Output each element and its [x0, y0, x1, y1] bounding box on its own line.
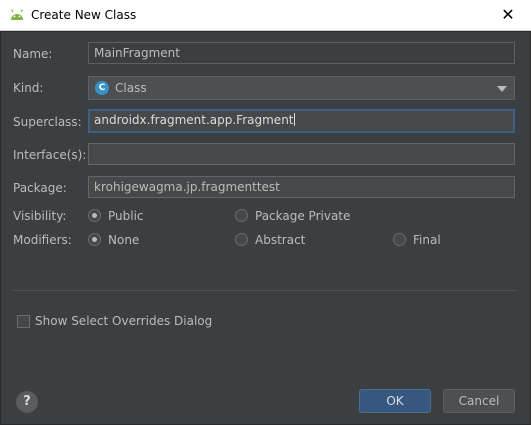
help-icon[interactable]: ?: [16, 391, 38, 413]
package-label: Package:: [13, 181, 67, 195]
visibility-label: Visibility:: [13, 209, 67, 223]
visibility-package-private-label[interactable]: Package Private: [255, 209, 350, 223]
divider: [13, 290, 517, 291]
show-overrides-checkbox[interactable]: [17, 315, 30, 328]
superclass-label: Superclass:: [13, 115, 82, 129]
superclass-field[interactable]: androidx.fragment.app.Fragment: [88, 109, 515, 133]
cancel-button[interactable]: Cancel: [443, 389, 515, 413]
interfaces-label: Interface(s):: [13, 148, 87, 162]
name-field[interactable]: MainFragment: [88, 42, 515, 64]
visibility-package-private-radio[interactable]: [235, 209, 248, 222]
title-bar: Create New Class ✕: [0, 0, 531, 31]
kind-value: Class: [115, 81, 147, 95]
modifiers-final-label[interactable]: Final: [413, 233, 441, 247]
modifiers-none-label[interactable]: None: [108, 233, 139, 247]
ok-button[interactable]: OK: [359, 389, 431, 413]
kind-label: Kind:: [13, 81, 44, 95]
class-icon: C: [95, 81, 109, 95]
package-field[interactable]: krohigewagma.jp.fragmenttest: [88, 176, 515, 198]
chevron-down-icon[interactable]: [497, 86, 507, 92]
kind-dropdown[interactable]: C Class: [88, 76, 515, 100]
visibility-public-radio[interactable]: [88, 209, 101, 222]
modifiers-none-radio[interactable]: [88, 233, 101, 246]
modifiers-abstract-radio[interactable]: [235, 233, 248, 246]
modifiers-final-radio[interactable]: [393, 233, 406, 246]
name-label: Name:: [13, 47, 53, 61]
android-icon: [10, 9, 24, 20]
visibility-public-label[interactable]: Public: [108, 209, 144, 223]
modifiers-abstract-label[interactable]: Abstract: [255, 233, 305, 247]
close-icon[interactable]: ✕: [485, 0, 531, 30]
interfaces-field[interactable]: [88, 143, 515, 165]
show-overrides-label[interactable]: Show Select Overrides Dialog: [35, 314, 212, 328]
modifiers-label: Modifiers:: [13, 233, 72, 247]
text-cursor: [293, 113, 295, 126]
superclass-value: androidx.fragment.app.Fragment: [94, 113, 294, 127]
window-title: Create New Class: [31, 8, 137, 22]
